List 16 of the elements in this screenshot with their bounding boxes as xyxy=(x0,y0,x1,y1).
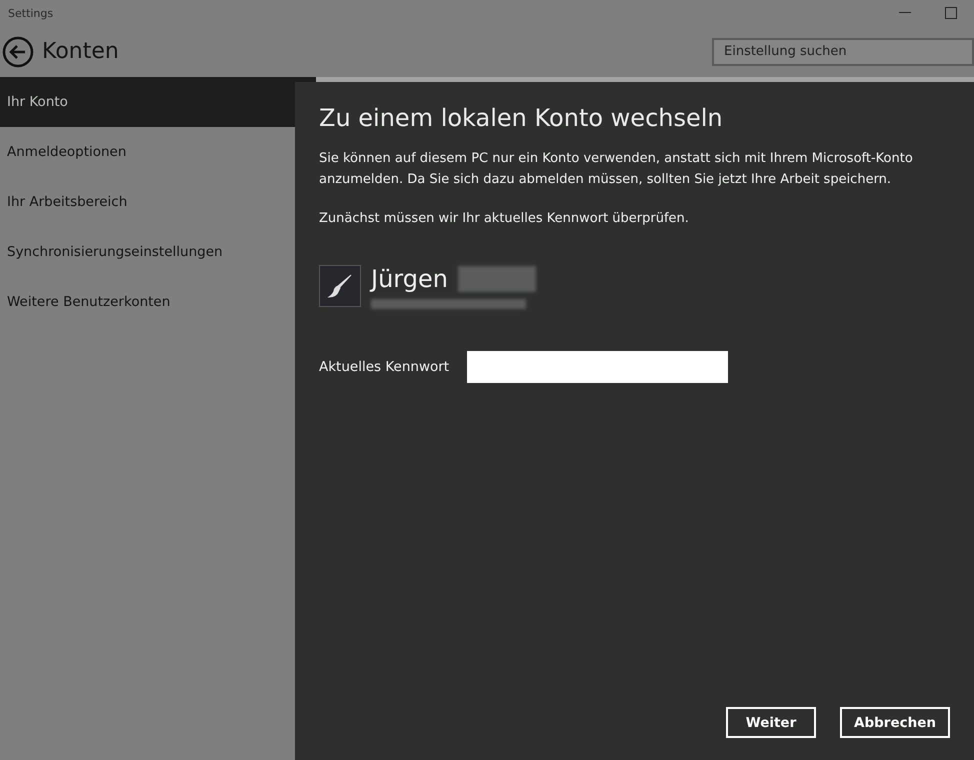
password-field[interactable] xyxy=(467,351,728,383)
dialog-title: Zu einem lokalen Konto wechseln xyxy=(319,104,724,132)
paintbrush-icon xyxy=(326,272,354,300)
dialog-text: Zunächst müssen wir Ihr aktuelles Kennwort überprüfen. xyxy=(319,210,690,228)
dialog-button[interactable]: Weiter xyxy=(726,707,816,738)
minimize-icon xyxy=(899,12,911,14)
page-title: Konten xyxy=(42,39,119,64)
dialog-text: Sie können auf diesem PC nur ein Konto verwenden, anstatt sich mit Ihrem Microsoft-Konto anzumelden. Da Sie sich dazu abmelden müssen, sollten Sie jetzt Ihre Arbeit speichern. xyxy=(319,150,914,189)
password-label: Aktuelles Kennwort xyxy=(319,359,450,375)
window-title: Settings xyxy=(8,6,54,20)
user-name: Jürgen xyxy=(371,265,448,293)
sidebar-item[interactable]: Ihr Konto xyxy=(0,77,316,127)
search-field[interactable]: Einstellung suchen xyxy=(712,38,974,66)
dialog-button[interactable]: Abbrechen xyxy=(840,707,950,738)
maximize-icon xyxy=(945,7,957,19)
back-button[interactable] xyxy=(2,36,34,68)
